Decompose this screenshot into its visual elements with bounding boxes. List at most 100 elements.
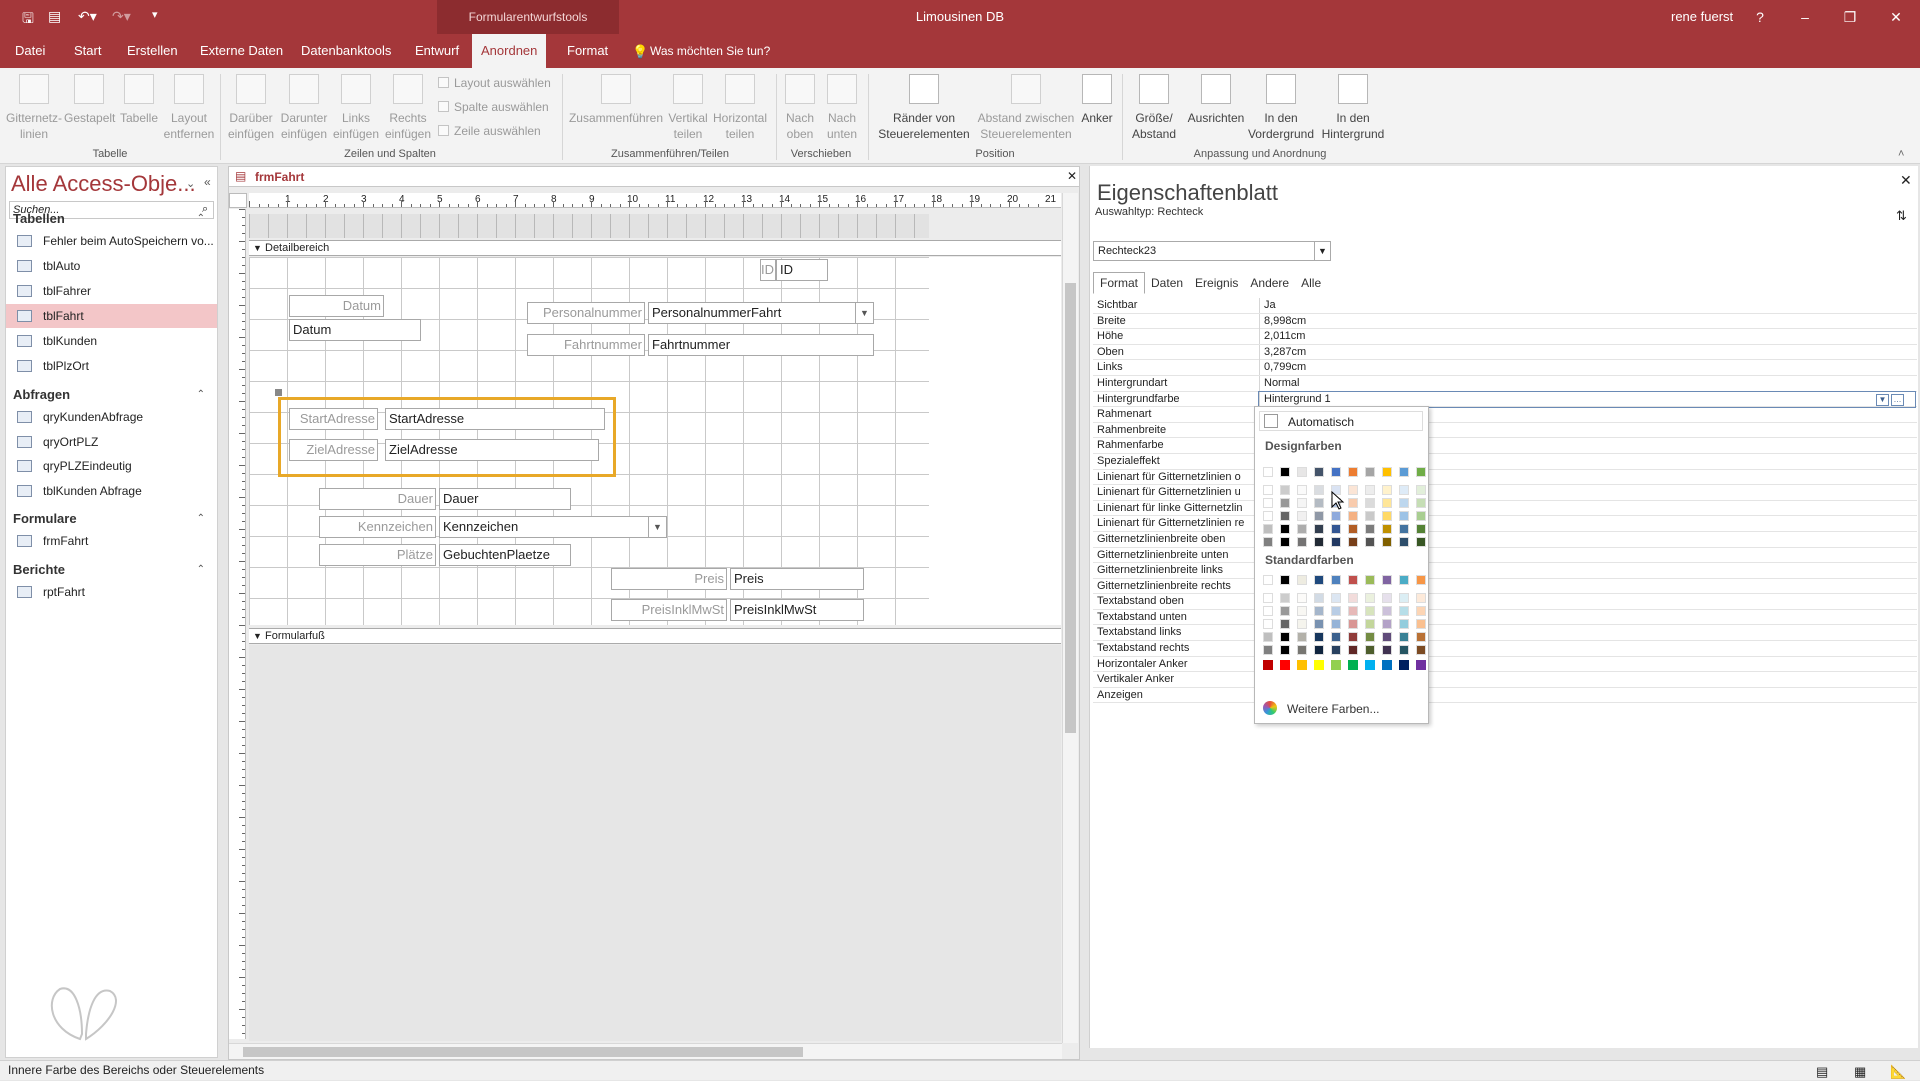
more-colors-option[interactable]: Weitere Farben... <box>1261 699 1421 719</box>
color-swatch[interactable] <box>1331 524 1341 534</box>
property-row[interactable]: Textabstand links <box>1093 625 1917 642</box>
property-row[interactable]: Textabstand oben <box>1093 594 1917 610</box>
color-swatch[interactable] <box>1382 524 1392 534</box>
preisinklmwst-label[interactable]: PreisInklMwSt <box>611 599 727 621</box>
color-swatch[interactable] <box>1263 575 1273 585</box>
darunter-einfuegen-button[interactable]: Darunter einfügen <box>278 74 330 142</box>
footer-section-bar[interactable]: ▼ Formularfuß <box>249 628 1061 644</box>
color-swatch[interactable] <box>1382 593 1392 603</box>
color-swatch[interactable] <box>1280 467 1290 477</box>
color-swatch[interactable] <box>1263 619 1273 629</box>
color-swatch[interactable] <box>1416 511 1426 521</box>
color-swatch[interactable] <box>1280 645 1290 655</box>
datum-label[interactable]: Datum <box>289 295 384 317</box>
color-swatch[interactable] <box>1314 632 1324 642</box>
collapse-group-icon[interactable]: ⌃ <box>197 564 205 575</box>
tab-datenbanktools[interactable]: Datenbanktools <box>292 34 400 68</box>
color-swatch[interactable] <box>1263 467 1273 477</box>
color-swatch[interactable] <box>1399 537 1409 547</box>
color-swatch[interactable] <box>1348 606 1358 616</box>
nav-item[interactable]: frmFahrt <box>6 529 217 553</box>
tab-externe-daten[interactable]: Externe Daten <box>191 34 292 68</box>
color-swatch[interactable] <box>1280 537 1290 547</box>
color-swatch[interactable] <box>1263 645 1273 655</box>
color-swatch[interactable] <box>1314 498 1324 508</box>
color-swatch[interactable] <box>1382 575 1392 585</box>
color-swatch[interactable] <box>1399 485 1409 495</box>
document-close-icon[interactable]: ✕ <box>1067 169 1077 183</box>
tab-format[interactable]: Format <box>558 34 617 68</box>
nav-title[interactable]: Alle Access-Obje... <box>11 171 196 197</box>
color-swatch[interactable] <box>1280 593 1290 603</box>
property-row[interactable]: Linienart für Gitternetzlinien re <box>1093 516 1917 532</box>
color-swatch[interactable] <box>1314 619 1324 629</box>
save-icon[interactable]: 🖫 <box>22 8 34 32</box>
color-swatch[interactable] <box>1416 485 1426 495</box>
chevron-down-icon[interactable]: ▼ <box>1314 242 1330 260</box>
color-swatch[interactable] <box>1348 537 1358 547</box>
preis-label[interactable]: Preis <box>611 568 727 590</box>
color-swatch[interactable] <box>1314 467 1324 477</box>
vertical-scroll-thumb[interactable] <box>1065 283 1076 733</box>
color-swatch[interactable] <box>1280 511 1290 521</box>
property-row[interactable]: Linienart für Gitternetzlinien u <box>1093 485 1917 501</box>
property-value[interactable]: 0,799cm <box>1259 360 1915 376</box>
hintergrund-button[interactable]: In den Hintergrund <box>1318 74 1388 142</box>
color-swatch[interactable] <box>1263 660 1273 670</box>
color-swatch[interactable] <box>1297 467 1307 477</box>
nav-item[interactable]: tblFahrer <box>6 279 217 303</box>
color-swatch[interactable] <box>1314 593 1324 603</box>
collapse-group-icon[interactable]: ⌃ <box>197 213 205 224</box>
tab-format-props[interactable]: Format <box>1093 272 1146 294</box>
nav-item[interactable]: tblKunden <box>6 329 217 353</box>
color-swatch[interactable] <box>1280 498 1290 508</box>
color-swatch[interactable] <box>1280 660 1290 670</box>
color-swatch[interactable] <box>1280 619 1290 629</box>
chevron-down-icon[interactable]: ▼ <box>855 303 873 323</box>
color-swatch[interactable] <box>1365 593 1375 603</box>
automatic-color-option[interactable]: Automatisch <box>1259 411 1423 431</box>
color-swatch[interactable] <box>1314 575 1324 585</box>
color-swatch[interactable] <box>1331 660 1341 670</box>
color-swatch[interactable] <box>1331 606 1341 616</box>
nav-item[interactable]: tblFahrt <box>6 304 217 328</box>
help-button[interactable]: ? <box>1740 0 1780 34</box>
nav-item[interactable]: tblAuto <box>6 254 217 278</box>
color-swatch[interactable] <box>1297 575 1307 585</box>
property-row[interactable]: Gitternetzlinienbreite oben <box>1093 531 1917 548</box>
color-swatch[interactable] <box>1416 467 1426 477</box>
color-swatch[interactable] <box>1382 537 1392 547</box>
property-dropdown-icon[interactable]: ▼ <box>1876 394 1889 406</box>
property-value[interactable]: 2,011cm <box>1259 329 1915 345</box>
color-swatch[interactable] <box>1399 632 1409 642</box>
color-swatch[interactable] <box>1365 467 1375 477</box>
color-swatch[interactable] <box>1297 660 1307 670</box>
tab-ereignis[interactable]: Ereignis <box>1189 273 1244 293</box>
property-row[interactable]: Links 0,799cm <box>1093 360 1917 376</box>
color-swatch[interactable] <box>1416 498 1426 508</box>
color-swatch[interactable] <box>1263 524 1273 534</box>
property-row[interactable]: Rahmenfarbe <box>1093 438 1917 454</box>
horizontal-scrollbar[interactable] <box>229 1043 1062 1059</box>
startadresse-field[interactable]: StartAdresse <box>385 408 605 430</box>
color-swatch[interactable] <box>1331 575 1341 585</box>
color-swatch[interactable] <box>1365 632 1375 642</box>
color-swatch[interactable] <box>1331 511 1341 521</box>
form-view-button[interactable]: ▤ <box>1816 1062 1828 1081</box>
sort-icon[interactable]: ⇅ <box>1896 208 1907 224</box>
id-field[interactable]: ID <box>776 259 828 281</box>
color-swatch[interactable] <box>1314 485 1324 495</box>
color-swatch[interactable] <box>1416 619 1426 629</box>
color-swatch[interactable] <box>1280 485 1290 495</box>
color-swatch[interactable] <box>1280 632 1290 642</box>
tab-alle[interactable]: Alle <box>1295 273 1327 293</box>
property-row[interactable]: Spezialeffekt <box>1093 453 1917 470</box>
dauer-field[interactable]: Dauer <box>439 488 571 510</box>
restore-button[interactable]: ❐ <box>1830 0 1870 34</box>
nav-item[interactable]: Fehler beim AutoSpeichern vo... <box>6 229 217 253</box>
horizontal-scroll-thumb[interactable] <box>243 1047 803 1057</box>
nav-group-header[interactable]: Tabellen <box>13 211 65 226</box>
color-swatch[interactable] <box>1348 511 1358 521</box>
zieladresse-label[interactable]: ZielAdresse <box>289 439 378 461</box>
color-swatch[interactable] <box>1348 660 1358 670</box>
